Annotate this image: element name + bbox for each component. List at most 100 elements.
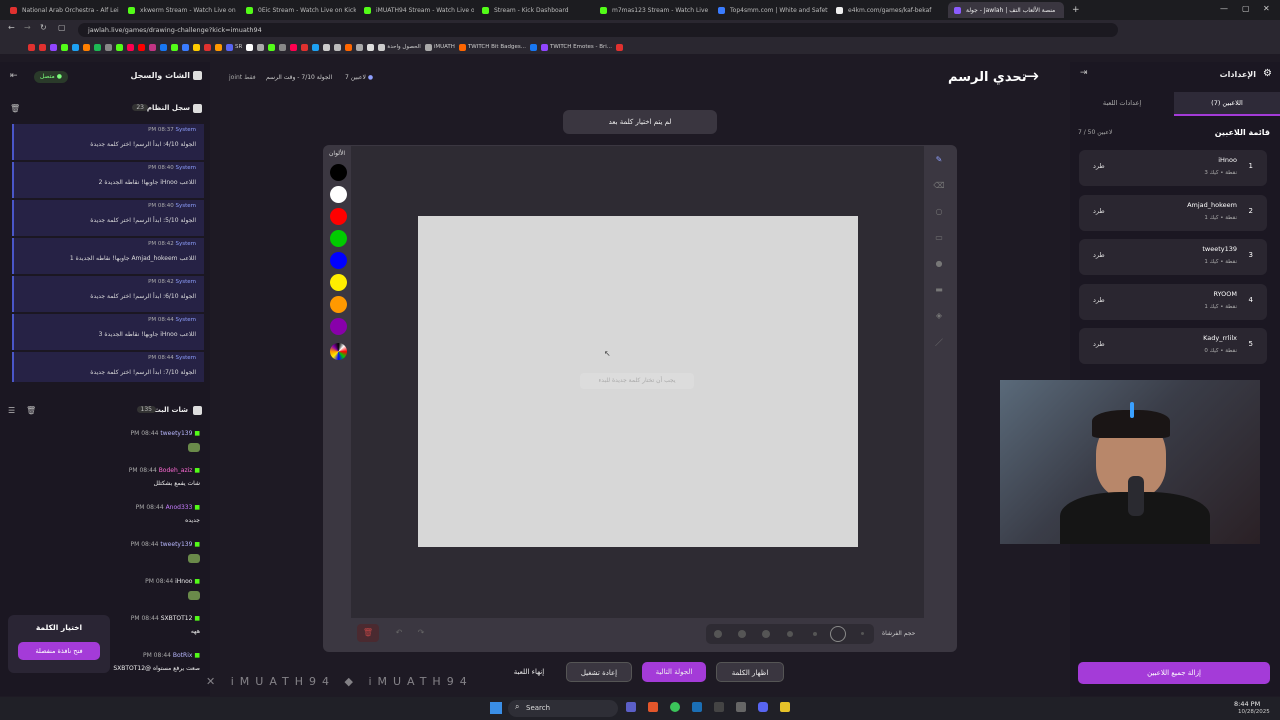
bookmark-item[interactable] (616, 43, 624, 51)
bookmark-item[interactable] (61, 43, 68, 51)
chat-username[interactable]: BotRix (173, 652, 193, 659)
color-swatch[interactable] (330, 186, 347, 203)
bookmark-item[interactable] (138, 43, 145, 51)
remove-all-players-button[interactable]: إزالة جميع اللاعبين (1078, 662, 1270, 684)
brush-size-5[interactable] (813, 632, 817, 636)
bookmark-item[interactable]: TWITCH Emotes - Bri... (540, 43, 612, 51)
bookmark-item[interactable] (39, 43, 46, 51)
browser-tab[interactable]: xkwerm Stream - Watch Live on Kick (122, 2, 238, 18)
bookmark-item[interactable] (268, 43, 276, 51)
fill-circle-icon[interactable]: ● (932, 259, 946, 273)
color-swatch[interactable] (330, 230, 347, 247)
bookmark-page-icon[interactable]: ▢ (58, 23, 66, 32)
line-icon[interactable]: ／ (932, 337, 946, 351)
trash-icon[interactable]: 🗑 (10, 104, 20, 113)
maximize-icon[interactable]: ▢ (1242, 4, 1250, 13)
color-swatch[interactable] (330, 252, 347, 269)
bookmark-item[interactable]: iMUATH (424, 43, 455, 51)
bucket-icon[interactable]: ◈ (932, 311, 946, 325)
app-icon-files[interactable] (780, 702, 790, 712)
reload-icon[interactable]: ↻ (40, 23, 47, 32)
chat-username[interactable]: tweety139 (160, 541, 192, 548)
arrow-right-icon[interactable]: → (1024, 66, 1039, 87)
brush-size-4[interactable] (787, 631, 793, 637)
bookmark-item[interactable] (116, 43, 123, 51)
bookmark-item[interactable]: SR (226, 43, 242, 51)
collapse-panel-icon[interactable]: ⇤ (10, 71, 18, 81)
new-tab-icon[interactable]: + (1072, 5, 1080, 15)
chat-username[interactable]: Anod333 (166, 504, 193, 511)
bookmark-item[interactable] (149, 43, 156, 51)
browser-tab[interactable]: Stream - Kick Dashboard (476, 2, 592, 18)
bookmark-item[interactable]: الحصول واحدة (378, 43, 421, 51)
back-icon[interactable]: ← (8, 23, 15, 32)
circle-icon[interactable]: ○ (932, 207, 946, 221)
windows-start-icon[interactable] (490, 702, 502, 714)
brush-size-7[interactable] (861, 632, 864, 635)
browser-tab[interactable]: m7mas123 Stream - Watch Live on K (594, 2, 710, 18)
browser-tab[interactable]: 0Eic Stream - Watch Live on Kick (240, 2, 356, 18)
bookmark-item[interactable] (160, 43, 167, 51)
fill-rect-icon[interactable]: ▬ (932, 285, 946, 299)
bookmark-item[interactable] (257, 43, 265, 51)
pencil-icon[interactable]: ✎ (932, 155, 946, 169)
kick-player-button[interactable]: طرد (1093, 251, 1105, 259)
finish-game-button[interactable]: إنهاء اللعبة (500, 662, 558, 682)
bookmark-item[interactable] (323, 43, 331, 51)
eraser-icon[interactable]: ⌫ (932, 181, 946, 195)
list-icon[interactable]: ☰ (8, 406, 15, 415)
url-input[interactable]: jawlah.live/games/drawing-challenge?kick… (78, 23, 1118, 37)
color-swatch[interactable] (330, 318, 347, 335)
kick-player-button[interactable]: طرد (1093, 296, 1105, 304)
bookmark-item[interactable] (94, 43, 101, 51)
color-swatch[interactable] (330, 164, 347, 181)
bookmark-item[interactable] (28, 43, 35, 51)
bookmark-item[interactable] (290, 43, 298, 51)
kick-player-button[interactable]: طرد (1093, 162, 1105, 170)
restart-button[interactable]: إعادة تشغيل (566, 662, 632, 682)
app-icon-terminal[interactable] (736, 702, 746, 712)
bookmark-item[interactable] (246, 43, 254, 51)
taskbar-search[interactable]: Search (508, 700, 618, 717)
minimize-icon[interactable]: — (1220, 4, 1228, 13)
chat-username[interactable]: tweety139 (160, 430, 192, 437)
bookmark-item[interactable] (204, 43, 211, 51)
rectangle-icon[interactable]: ▭ (932, 233, 946, 247)
bookmark-item[interactable] (356, 43, 364, 51)
bookmark-item[interactable] (83, 43, 90, 51)
bookmark-item[interactable] (171, 43, 178, 51)
browser-tab[interactable]: e4km.com/games/kaf-bekaf (830, 2, 946, 18)
brush-size-2[interactable] (738, 630, 746, 638)
browser-tab[interactable]: Top4smm.com | White and Safety Pa (712, 2, 828, 18)
kick-player-button[interactable]: طرد (1093, 207, 1105, 215)
bookmark-item[interactable] (367, 43, 375, 51)
app-icon-x[interactable] (714, 702, 724, 712)
color-swatch[interactable] (330, 296, 347, 313)
bookmark-item[interactable] (334, 43, 342, 51)
tab-players[interactable]: اللاعبين (7) (1174, 92, 1280, 116)
bookmark-item[interactable] (345, 43, 353, 51)
bookmark-item[interactable] (105, 43, 112, 51)
bookmark-item[interactable] (127, 43, 134, 51)
kick-player-button[interactable]: طرد (1093, 340, 1105, 348)
next-round-button[interactable]: الجولة التالية (642, 662, 706, 682)
browser-tab[interactable]: National Arab Orchestra - Alf Lei (4, 2, 120, 18)
redo-icon[interactable]: ↷ (411, 624, 431, 642)
clear-button[interactable]: 🗑 (357, 624, 379, 642)
open-window-button[interactable]: فتح نافذة منفصلة (18, 642, 100, 660)
bookmark-item[interactable] (50, 43, 57, 51)
close-icon[interactable]: ✕ (1263, 4, 1270, 13)
bookmark-item[interactable] (72, 43, 79, 51)
color-swatch[interactable] (330, 208, 347, 225)
bookmark-item[interactable]: TWITCH Bit Badges... (458, 43, 526, 51)
browser-tab[interactable]: iMUATH94 Stream - Watch Live o (358, 2, 474, 18)
chat-username[interactable]: Bodeh_aziz (159, 467, 193, 474)
browser-tab[interactable]: جولة - Jawlah | منصة الألعاب التف (948, 2, 1064, 18)
app-icon-brave[interactable] (648, 702, 658, 712)
app-icon-steam[interactable] (692, 702, 702, 712)
reveal-word-button[interactable]: اظهار الكلمة (716, 662, 784, 682)
bookmark-item[interactable] (301, 43, 309, 51)
bookmark-item[interactable] (312, 43, 320, 51)
chat-username[interactable]: iHnoo (175, 578, 192, 585)
brush-size-1[interactable] (714, 630, 722, 638)
